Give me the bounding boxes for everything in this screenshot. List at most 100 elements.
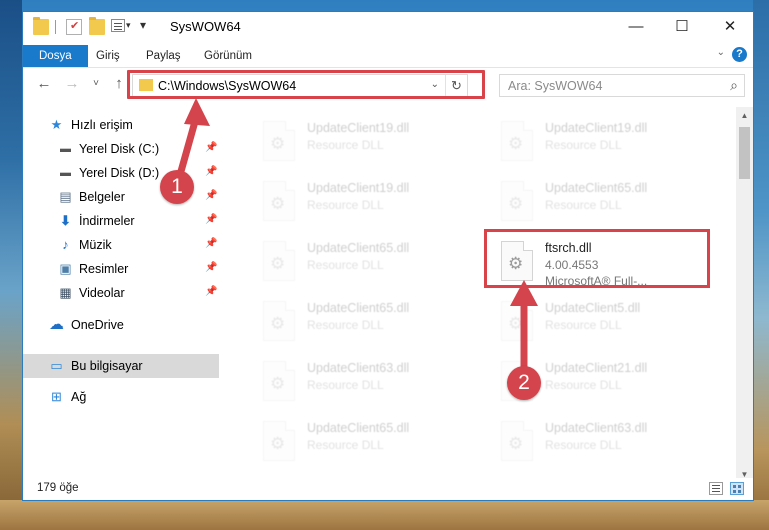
computer-icon: ▭ [50,358,63,373]
step-2-badge: 2 [507,366,541,400]
desktop-background-right [753,0,769,530]
new-folder-icon[interactable] [89,17,105,35]
title-bar: ▾ ▾ SysWOW64 — ☐ ✕ [23,12,753,42]
sidebar-item-label: Hızlı erişim [71,118,133,132]
file-name: UpdateClient19.dll [545,121,648,135]
file-description: Resource DLL [307,378,384,392]
quick-access-toolbar-dropdown-icon[interactable]: ▾ [140,18,146,32]
sidebar-item-label: Videolar [79,286,125,300]
maximize-button[interactable]: ☐ [659,12,705,42]
close-button[interactable]: ✕ [707,12,753,42]
navigation-pane: ★ Hızlı erişim ▬ Yerel Disk (C:) 📌 ▬ Yer… [23,107,219,471]
sidebar-item-label: İndirmeler [79,214,135,228]
file-description: Resource DLL [545,198,622,212]
pin-icon[interactable]: 📌 [205,142,217,153]
desktop-background-left [0,0,22,530]
file-tile[interactable]: UpdateClient19.dll Resource DLL [255,115,485,171]
pin-icon[interactable]: 📌 [205,214,217,225]
file-name: UpdateClient63.dll [545,421,648,435]
drive-icon: ▬ [60,143,71,155]
pin-icon[interactable]: 📌 [205,286,217,297]
sidebar-item-local-disk-c[interactable]: ▬ Yerel Disk (C:) 📌 [23,137,219,161]
file-tile[interactable]: UpdateClient19.dll Resource DLL [255,175,485,231]
file-name: UpdateClient21.dll [545,361,648,375]
videos-icon: ▦ [59,285,72,300]
recent-locations-button[interactable]: ˅ [86,78,106,89]
sidebar-item-quick-access[interactable]: ★ Hızlı erişim [23,113,219,137]
file-tile[interactable]: UpdateClient65.dll Resource DLL [255,295,485,351]
pin-icon[interactable]: 📌 [205,190,217,201]
sidebar-item-network[interactable]: ⊞ Ağ [23,385,219,409]
minimize-button[interactable]: — [613,12,659,42]
sidebar-item-onedrive[interactable]: ☁ OneDrive [23,313,219,337]
cloud-icon: ☁ [49,316,64,333]
file-tile[interactable]: UpdateClient63.dll Resource DLL [255,355,485,411]
dll-file-icon [501,421,533,461]
tab-file[interactable]: Dosya [23,45,88,67]
item-count: 179 öğe [37,482,79,494]
file-name: UpdateClient65.dll [307,301,410,315]
chevron-down-icon[interactable]: ▾ [126,20,131,31]
sidebar-item-label: Ağ [71,390,87,404]
dll-file-icon [263,301,295,341]
sidebar-item-label: Resimler [79,262,129,276]
scroll-up-icon[interactable]: ▲ [736,107,753,124]
scrollbar-thumb[interactable] [739,127,750,179]
file-tile[interactable]: UpdateClient5.dll Resource DLL [493,295,723,351]
step-1-badge: 1 [160,170,194,204]
pictures-icon: ▣ [59,261,72,276]
dll-file-icon [501,301,533,341]
pin-icon[interactable]: 📌 [205,238,217,249]
file-description: Resource DLL [307,258,384,272]
tab-view[interactable]: Görünüm [193,45,263,67]
music-icon: ♪ [62,237,69,252]
file-list: UpdateClient19.dll Resource DLL UpdateCl… [239,107,735,471]
folder-icon [33,17,49,35]
sidebar-item-label: OneDrive [71,318,124,332]
drive-icon: ▬ [60,167,71,179]
dll-file-icon [263,421,295,461]
sidebar-item-videos[interactable]: ▦ Videolar 📌 [23,281,219,305]
pin-icon[interactable]: 📌 [205,262,217,273]
help-icon[interactable]: ? [732,47,747,62]
tiles-view-icon[interactable] [730,482,744,495]
dll-file-icon [263,181,295,221]
network-icon: ⊞ [51,389,62,404]
search-input[interactable]: Ara: SysWOW64 ⌕ [499,74,745,97]
file-description: Resource DLL [307,318,384,332]
details-view-icon[interactable] [709,482,723,495]
file-description: Resource DLL [307,138,384,152]
tab-share[interactable]: Paylaş [135,45,192,67]
file-highlight-box [484,229,710,288]
file-name: UpdateClient65.dll [545,181,648,195]
file-name: UpdateClient65.dll [307,421,410,435]
dll-file-icon [501,121,533,161]
expand-ribbon-icon[interactable]: ⌄ [717,47,725,58]
file-tile[interactable]: UpdateClient65.dll Resource DLL [255,415,485,471]
file-name: UpdateClient63.dll [307,361,410,375]
sidebar-item-label: Belgeler [79,190,125,204]
sidebar-item-pictures[interactable]: ▣ Resimler 📌 [23,257,219,281]
properties-check-icon[interactable] [66,19,82,35]
sidebar-item-music[interactable]: ♪ Müzik 📌 [23,233,219,257]
search-icon[interactable]: ⌕ [730,77,738,94]
pin-icon[interactable]: 📌 [205,166,217,177]
toolbar-divider [55,20,56,34]
customize-toolbar-icon[interactable] [111,19,125,32]
file-tile[interactable]: UpdateClient65.dll Resource DLL [255,235,485,291]
file-tile[interactable]: UpdateClient63.dll Resource DLL [493,415,723,471]
sidebar-item-this-pc[interactable]: ▭ Bu bilgisayar [23,354,219,378]
forward-button[interactable]: → [62,75,82,92]
file-tile[interactable]: UpdateClient19.dll Resource DLL [493,115,723,171]
vertical-scrollbar[interactable]: ▲ ▼ [736,107,753,483]
ribbon: Dosya Giriş Paylaş Görünüm ⌄ ? [23,42,753,68]
sidebar-item-downloads[interactable]: ⬇ İndirmeler 📌 [23,209,219,233]
explorer-window: ▾ ▾ SysWOW64 — ☐ ✕ Dosya Giriş Paylaş Gö… [22,11,754,501]
file-tile[interactable]: UpdateClient65.dll Resource DLL [493,175,723,231]
up-button[interactable]: ↑ [109,75,129,92]
file-description: Resource DLL [545,378,622,392]
back-button[interactable]: ← [34,75,54,92]
tab-home[interactable]: Giriş [85,45,131,67]
star-icon: ★ [50,117,63,132]
file-description: Resource DLL [307,438,384,452]
